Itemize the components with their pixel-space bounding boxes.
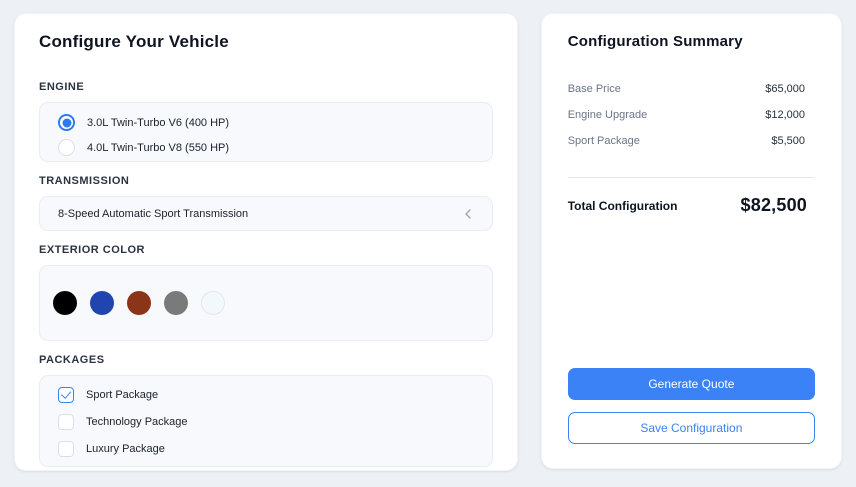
transmission-section-label: TRANSMISSION xyxy=(39,174,493,188)
generate-quote-button[interactable]: Generate Quote xyxy=(568,368,815,400)
packages-group: Sport Package Technology Package Luxury … xyxy=(39,375,493,467)
configure-vehicle-card: Configure Your Vehicle ENGINE 3.0L Twin-… xyxy=(14,13,518,471)
radio-button[interactable] xyxy=(58,114,75,131)
exterior-color-group xyxy=(39,265,493,341)
price-value: $12,000 xyxy=(765,109,805,121)
summary-total-row: Total Configuration $82,500 xyxy=(568,195,815,216)
price-label: Base Price xyxy=(568,83,621,95)
flex-spacer xyxy=(568,216,815,368)
save-configuration-button[interactable]: Save Configuration xyxy=(568,412,815,444)
engine-options-group: 3.0L Twin-Turbo V6 (400 HP) 4.0L Twin-Tu… xyxy=(39,102,493,162)
chevron-left-icon xyxy=(460,206,476,222)
checkbox[interactable] xyxy=(58,414,74,430)
summary-row-sport-package: Sport Package $5,500 xyxy=(568,134,815,148)
price-label: Sport Package xyxy=(568,135,640,147)
radio-button[interactable] xyxy=(58,139,75,156)
package-option-label: Luxury Package xyxy=(86,443,165,455)
engine-option-v8[interactable]: 4.0L Twin-Turbo V8 (550 HP) xyxy=(58,138,474,157)
package-option-luxury[interactable]: Luxury Package xyxy=(58,439,474,458)
color-swatch-rust-red[interactable] xyxy=(127,291,151,315)
checkbox[interactable] xyxy=(58,441,74,457)
price-value: $65,000 xyxy=(765,83,805,95)
price-label: Engine Upgrade xyxy=(568,109,648,121)
price-value: $5,500 xyxy=(771,135,805,147)
summary-title: Configuration Summary xyxy=(568,30,815,54)
engine-option-label: 4.0L Twin-Turbo V8 (550 HP) xyxy=(87,142,229,154)
engine-option-label: 3.0L Twin-Turbo V6 (400 HP) xyxy=(87,117,229,129)
package-option-sport[interactable]: Sport Package xyxy=(58,385,474,404)
packages-section-label: PACKAGES xyxy=(39,353,493,367)
transmission-selected-value: 8-Speed Automatic Sport Transmission xyxy=(58,208,248,220)
color-swatch-gray[interactable] xyxy=(164,291,188,315)
checkbox[interactable] xyxy=(58,387,74,403)
color-swatch-pearl-white[interactable] xyxy=(201,291,225,315)
configuration-summary-card: Configuration Summary Base Price $65,000… xyxy=(541,13,842,469)
engine-section-label: ENGINE xyxy=(39,80,493,94)
package-option-label: Technology Package xyxy=(86,416,188,428)
total-value: $82,500 xyxy=(741,195,807,216)
summary-row-base-price: Base Price $65,000 xyxy=(568,82,815,96)
summary-divider xyxy=(568,177,815,178)
transmission-select[interactable]: 8-Speed Automatic Sport Transmission xyxy=(39,196,493,231)
color-swatch-royal-blue[interactable] xyxy=(90,291,114,315)
exterior-color-section-label: EXTERIOR COLOR xyxy=(39,243,493,257)
total-label: Total Configuration xyxy=(568,199,678,213)
page-title: Configure Your Vehicle xyxy=(39,30,493,54)
summary-row-engine-upgrade: Engine Upgrade $12,000 xyxy=(568,108,815,122)
package-option-label: Sport Package xyxy=(86,389,158,401)
engine-option-v6[interactable]: 3.0L Twin-Turbo V6 (400 HP) xyxy=(58,113,474,132)
package-option-technology[interactable]: Technology Package xyxy=(58,412,474,431)
color-swatch-black[interactable] xyxy=(53,291,77,315)
vehicle-configurator-page: Configure Your Vehicle ENGINE 3.0L Twin-… xyxy=(0,0,856,484)
